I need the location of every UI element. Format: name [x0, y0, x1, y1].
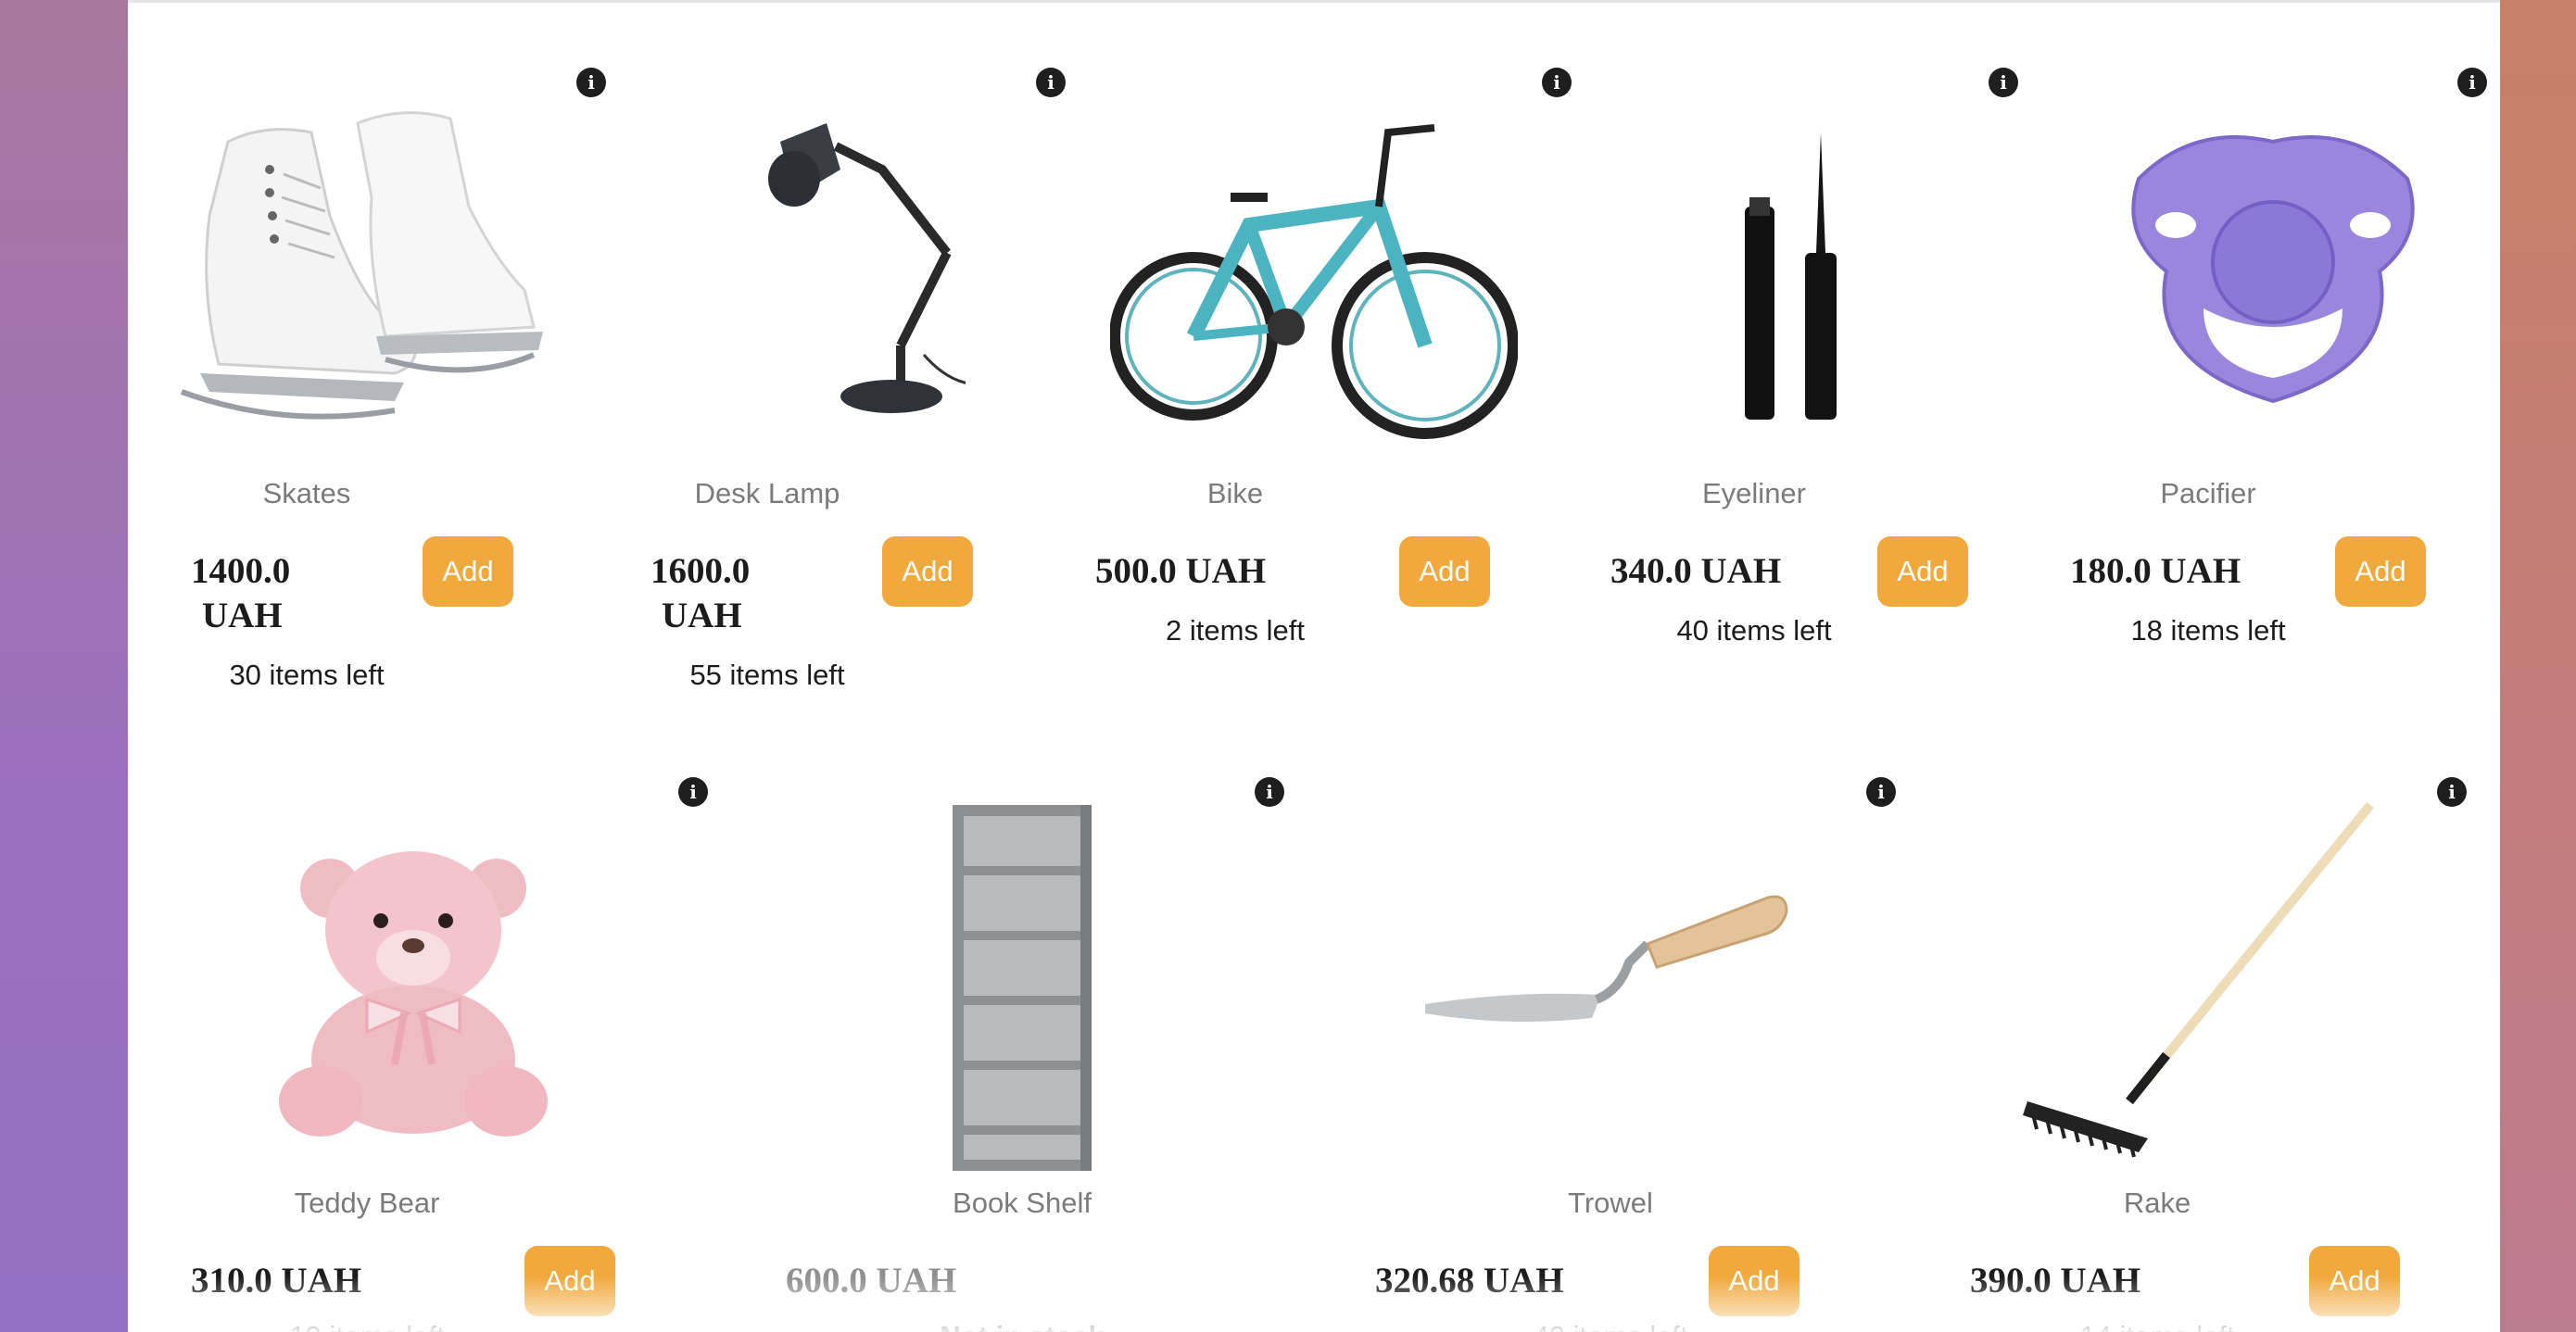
add-to-cart-button[interactable]: Add — [1399, 536, 1490, 607]
stock-label: 14 items left — [1963, 1320, 2352, 1332]
product-price: 600.0 UAH — [786, 1261, 957, 1301]
price-currency: UAH — [202, 596, 283, 635]
stock-label: 30 items left — [229, 659, 385, 691]
teddy-bear-image — [279, 851, 548, 1137]
stock-label: 40 items left — [1676, 614, 1832, 647]
bicycle-image — [1110, 124, 1518, 439]
add-to-cart-button[interactable]: Add — [882, 536, 973, 607]
product-price: 180.0 UAH — [2070, 551, 2241, 591]
product-name: Pacifier — [2160, 477, 2256, 509]
product-card-bike: i Bike 500.0 UAH Add 2 items left — [1082, 58, 1572, 707]
product-card-eyeliner: i Eyeliner 340.0 UAH Add 40 items left — [1564, 58, 2018, 707]
info-icon[interactable]: i — [2437, 777, 2467, 807]
background-left — [0, 0, 128, 1332]
ice-skates-image — [180, 111, 543, 420]
product-price: 340.0 UAH — [1610, 551, 1782, 591]
desk-lamp-image — [768, 123, 966, 413]
product-name: Eyeliner — [1702, 477, 1806, 509]
eyeliner-image — [1745, 132, 1837, 420]
info-icon[interactable]: i — [2457, 68, 2487, 97]
stock-label: 40 items left — [1360, 1320, 1861, 1332]
price-currency: UAH — [662, 596, 742, 635]
rake-image — [2023, 801, 2374, 1158]
stock-label: 55 items left — [689, 659, 845, 691]
product-name: Trowel — [1568, 1187, 1653, 1219]
product-price: 1400.0 UAH — [191, 549, 339, 638]
stock-label: 18 items left — [2130, 614, 2286, 647]
product-name: Skates — [262, 477, 351, 509]
info-icon[interactable]: i — [576, 68, 606, 97]
product-card-desk-lamp: i Desk Lamp 1600.0 UAH Add 55 items left — [632, 58, 1077, 707]
product-name: Teddy Bear — [294, 1187, 440, 1219]
add-to-cart-button[interactable]: Add — [423, 536, 513, 607]
price-amount: 1600.0 — [650, 551, 751, 591]
product-name: Book Shelf — [953, 1187, 1092, 1219]
info-icon[interactable]: i — [678, 777, 708, 807]
price-amount: 1400.0 — [191, 551, 291, 591]
product-card-teddy-bear: i Teddy Bear 310.0 UAH Add 19 items left — [172, 768, 747, 1332]
bookshelf-image — [953, 805, 1092, 1171]
add-to-cart-button[interactable]: Add — [2309, 1246, 2400, 1316]
info-icon[interactable]: i — [1866, 777, 1896, 807]
info-icon[interactable]: i — [1255, 777, 1284, 807]
stock-label: 2 items left — [1166, 614, 1305, 647]
product-card-trowel: i Trowel 320.68 UAH Add 40 items left — [1360, 768, 1953, 1332]
product-price: 320.68 UAH — [1375, 1261, 1564, 1301]
product-grid: i Skates 1400.0 UAH Add 30 items left i — [128, 0, 2500, 1332]
product-card-rake: i Rake 390.0 UAH Add 14 items left — [1963, 768, 2481, 1332]
product-name: Desk Lamp — [694, 477, 840, 509]
product-name: Rake — [2123, 1187, 2191, 1219]
product-name: Bike — [1206, 477, 1264, 509]
info-icon[interactable]: i — [1989, 68, 2018, 97]
add-to-cart-button[interactable]: Add — [1709, 1246, 1799, 1316]
stock-label: 19 items left — [172, 1320, 562, 1332]
add-to-cart-button[interactable]: Add — [2335, 536, 2426, 607]
stock-label: Not in stock — [767, 1320, 1277, 1332]
add-to-cart-button[interactable]: Add — [524, 1246, 615, 1316]
background-right — [2500, 0, 2576, 1332]
product-card-book-shelf: i Book Shelf 600.0 UAH Not in stock — [767, 768, 1360, 1332]
info-icon[interactable]: i — [1036, 68, 1066, 97]
product-price: 1600.0 UAH — [650, 549, 799, 638]
product-price: 500.0 UAH — [1095, 551, 1267, 591]
trowel-image — [1425, 895, 1788, 1022]
product-price: 390.0 UAH — [1970, 1261, 2141, 1301]
product-card-skates: i Skates 1400.0 UAH Add 30 items left — [172, 58, 626, 707]
add-to-cart-button[interactable]: Add — [1877, 536, 1968, 607]
pacifier-image — [2131, 135, 2415, 404]
product-card-pacifier: i Pacifier 180.0 UAH Add 18 items left — [2018, 58, 2487, 707]
product-price: 310.0 UAH — [191, 1261, 362, 1301]
